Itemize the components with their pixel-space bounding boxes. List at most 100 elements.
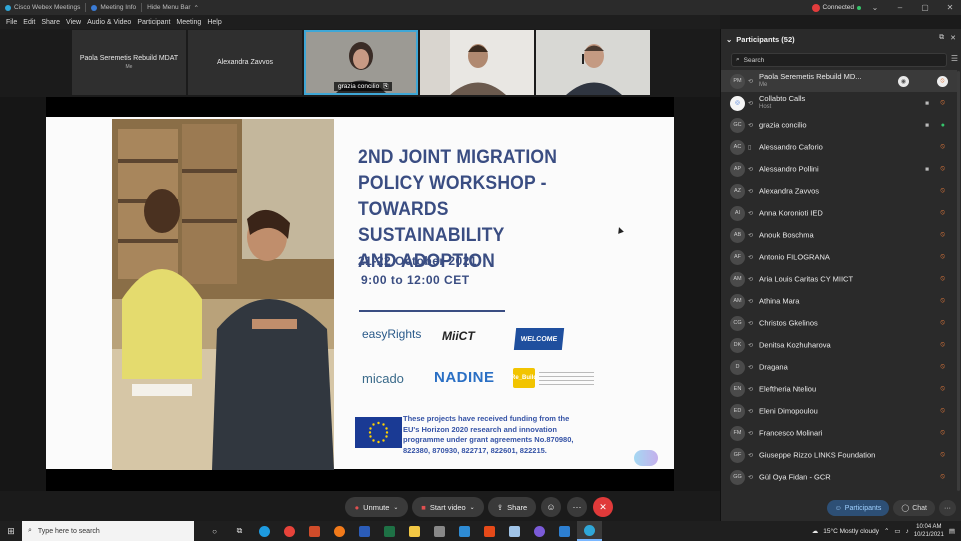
mic-muted-icon[interactable]: ⦸ bbox=[940, 429, 945, 437]
mic-muted-icon[interactable]: ⦸ bbox=[940, 99, 945, 107]
share-button[interactable]: ⇪ Share bbox=[488, 497, 536, 517]
menu-audio-video[interactable]: Audio & Video bbox=[84, 19, 134, 26]
meeting-info-button[interactable]: Meeting Info bbox=[86, 0, 141, 15]
chevron-down-icon[interactable]: ⌄ bbox=[726, 35, 732, 44]
mic-on-icon[interactable]: ● bbox=[941, 122, 945, 129]
edge-icon[interactable] bbox=[252, 521, 277, 541]
close-icon[interactable]: ✕ bbox=[950, 34, 956, 42]
excel-icon[interactable] bbox=[377, 521, 402, 541]
video-tile-participant-4[interactable] bbox=[420, 30, 534, 95]
participant-row[interactable]: EN ⟲ Eleftheria Nteliou ⦸ bbox=[721, 378, 957, 400]
maximize-button[interactable]: ▢ bbox=[914, 0, 936, 15]
mic-muted-icon[interactable]: ⦸ bbox=[940, 297, 945, 305]
file-explorer-icon[interactable] bbox=[402, 521, 427, 541]
mic-muted-icon[interactable]: ⦸ bbox=[940, 165, 945, 173]
mic-muted-icon[interactable]: ⦸ bbox=[940, 341, 945, 349]
unmute-button[interactable]: ● Unmute ⌄ bbox=[345, 497, 408, 517]
start-video-button[interactable]: ■ Start video ⌄ bbox=[412, 497, 484, 517]
participant-row[interactable]: AM ⟲ Aria Louis Caritas CY MIICT ⦸ bbox=[721, 268, 957, 290]
participant-name: Athina Mara bbox=[759, 296, 800, 306]
participant-row[interactable]: CG ⟲ Christos Gkelinos ⦸ bbox=[721, 312, 957, 334]
mic-muted-icon[interactable]: ⦸ bbox=[940, 143, 945, 151]
participant-row[interactable]: ◎ ⟲ Collabto Calls Host ■ ⦸ bbox=[721, 92, 957, 114]
hide-menu-bar-button[interactable]: Hide Menu Bar ⌃ bbox=[142, 0, 204, 15]
viber-icon[interactable] bbox=[527, 521, 552, 541]
menu-share[interactable]: Share bbox=[38, 19, 63, 26]
mic-muted-icon[interactable]: ⦸ bbox=[940, 407, 945, 415]
menu-help[interactable]: Help bbox=[204, 19, 224, 26]
participant-row[interactable]: AF ⟲ Antonio FILOGRANA ⦸ bbox=[721, 246, 957, 268]
mic-muted-icon[interactable]: ⦸ bbox=[940, 187, 945, 195]
participant-row[interactable]: GC ⟲ grazia concilio ■ ● bbox=[721, 114, 957, 136]
network-icon[interactable]: ▭ bbox=[894, 527, 900, 535]
participant-row[interactable]: AM ⟲ Athina Mara ⦸ bbox=[721, 290, 957, 312]
participant-name: Dragana bbox=[759, 362, 788, 372]
participant-row[interactable]: ED ⟲ Eleni Dimopoulou ⦸ bbox=[721, 400, 957, 422]
word-icon[interactable] bbox=[352, 521, 377, 541]
participant-row[interactable]: DK ⟲ Denitsa Kozhuharova ⦸ bbox=[721, 334, 957, 356]
mic-muted-icon[interactable]: ⦸ bbox=[940, 275, 945, 283]
photos-icon[interactable] bbox=[552, 521, 577, 541]
menu-file[interactable]: File bbox=[3, 19, 20, 26]
clock[interactable]: 10:04 AM 10/21/2021 bbox=[914, 523, 944, 539]
chrome-icon[interactable] bbox=[277, 521, 302, 541]
webex-taskbar-icon[interactable] bbox=[577, 521, 602, 541]
cortana-icon[interactable]: ○ bbox=[202, 521, 227, 541]
mic-muted-icon[interactable]: ⦸ bbox=[940, 231, 945, 239]
participant-row[interactable]: D ⟲ Dragana ⦸ bbox=[721, 356, 957, 378]
mic-muted-icon[interactable]: ⦸ bbox=[937, 75, 948, 87]
participants-tab[interactable]: ☺ Participants bbox=[826, 500, 890, 516]
participant-row[interactable]: AC ▯ Alessandro Caforio ⦸ bbox=[721, 136, 957, 158]
mic-muted-icon[interactable]: ⦸ bbox=[940, 363, 945, 371]
participant-search-input[interactable]: ⌕ Search bbox=[731, 53, 947, 67]
video-tile-grazia[interactable]: grazia concilio ⎘ bbox=[304, 30, 418, 95]
participant-row[interactable]: AI ⟲ Anna Koronioti IED ⦸ bbox=[721, 202, 957, 224]
close-button[interactable]: ✕ bbox=[939, 0, 961, 15]
menu-participant[interactable]: Participant bbox=[134, 19, 173, 26]
paint-icon[interactable] bbox=[502, 521, 527, 541]
chat-tab[interactable]: ◯ Chat bbox=[893, 500, 935, 516]
mic-muted-icon[interactable]: ⦸ bbox=[940, 319, 945, 327]
powerpoint-icon[interactable] bbox=[302, 521, 327, 541]
participant-list-scrollbar[interactable] bbox=[957, 71, 960, 491]
participant-row[interactable]: AB ⟲ Anouk Boschma ⦸ bbox=[721, 224, 957, 246]
leave-meeting-button[interactable]: ✕ bbox=[593, 497, 613, 517]
video-tile-self[interactable]: Paola Seremetis Rebuild MDAT Me bbox=[72, 30, 186, 95]
more-options-button[interactable]: ··· bbox=[567, 497, 587, 517]
participant-row[interactable]: GF ⟲ Giuseppe Rizzo LINKS Foundation ⦸ bbox=[721, 444, 957, 466]
participant-row[interactable]: AP ⟲ Alessandro Pollini ■ ⦸ bbox=[721, 158, 957, 180]
volume-icon[interactable]: ♪ bbox=[906, 528, 909, 535]
minimize-button[interactable]: – bbox=[889, 0, 911, 15]
firefox-icon[interactable] bbox=[327, 521, 352, 541]
menu-meeting[interactable]: Meeting bbox=[173, 19, 204, 26]
start-button[interactable]: ⊞ bbox=[0, 521, 22, 541]
participant-row[interactable]: PM ⟲ Paola Seremetis Rebuild MD... Me ◉ ⦸ bbox=[721, 70, 957, 92]
menu-view[interactable]: View bbox=[63, 19, 84, 26]
video-tile-alexandra[interactable]: Alexandra Zavvos bbox=[188, 30, 302, 95]
store-icon[interactable] bbox=[452, 521, 477, 541]
presenter-icon[interactable]: ◉ bbox=[898, 75, 909, 87]
mic-muted-icon[interactable]: ⦸ bbox=[940, 385, 945, 393]
mic-muted-icon[interactable]: ⦸ bbox=[940, 473, 945, 481]
pop-out-icon[interactable]: ⧉ bbox=[939, 34, 944, 42]
menu-edit[interactable]: Edit bbox=[20, 19, 38, 26]
video-tile-participant-5[interactable] bbox=[536, 30, 650, 95]
app-icon[interactable] bbox=[427, 521, 452, 541]
weather-text[interactable]: 15°C Mostly cloudy bbox=[823, 528, 879, 535]
more-options-button[interactable]: ··· bbox=[939, 500, 956, 516]
notifications-icon[interactable]: ▤ bbox=[949, 527, 955, 535]
mic-muted-icon[interactable]: ⦸ bbox=[940, 253, 945, 261]
sort-icon[interactable]: ☰ bbox=[951, 54, 958, 63]
task-view-icon[interactable]: ⧉ bbox=[227, 521, 252, 541]
participant-row[interactable]: AZ ⟲ Alexandra Zavvos ⦸ bbox=[721, 180, 957, 202]
mic-muted-icon[interactable]: ⦸ bbox=[940, 451, 945, 459]
participant-row[interactable]: FM ⟲ Francesco Molinari ⦸ bbox=[721, 422, 957, 444]
taskbar-search-input[interactable]: ⌕ Type here to search bbox=[22, 521, 194, 541]
mic-muted-icon[interactable]: ⦸ bbox=[940, 209, 945, 217]
reactions-button[interactable]: ☺ bbox=[541, 497, 561, 517]
chevron-down-icon[interactable]: ⌄ bbox=[864, 0, 886, 15]
chevron-up-icon[interactable]: ⌃ bbox=[884, 527, 889, 535]
participants-panel-header[interactable]: ⌄ Participants (52) bbox=[721, 29, 961, 49]
participant-row[interactable]: GG ⟲ Gül Oya Fidan - GCR ⦸ bbox=[721, 466, 957, 488]
office-icon[interactable] bbox=[477, 521, 502, 541]
